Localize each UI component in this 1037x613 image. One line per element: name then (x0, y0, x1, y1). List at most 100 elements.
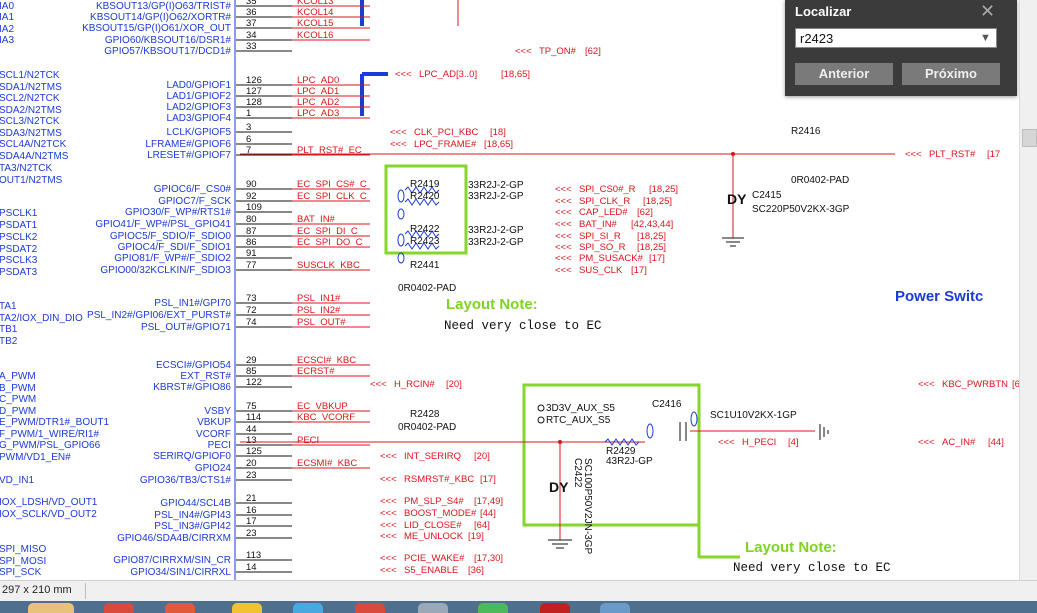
status-divider (85, 583, 86, 599)
taskbar (0, 601, 1037, 613)
net-label: KCOL13 (297, 0, 333, 7)
pin-number: 86 (246, 237, 257, 248)
c2416-label: C2416 (652, 399, 682, 410)
net-label: LPC_AD2 (297, 97, 339, 108)
pin-name: GPIO30/F_WP#/RTS1# (125, 207, 231, 218)
layout-note-text-2: Need very close to EC (733, 561, 891, 575)
pin-name: PSL_IN1#/GPI70 (154, 298, 231, 309)
find-next-button[interactable]: Próximo (902, 63, 1000, 85)
taskbar-app-icon[interactable] (293, 603, 323, 613)
dy-mark-2: DY (549, 479, 569, 495)
taskbar-app-icon[interactable] (418, 603, 448, 613)
offpage-label: PM_SLP_S4# (404, 496, 464, 507)
chevron-down-icon[interactable]: ▼ (980, 32, 991, 44)
offpage-label: SPI_CLK_R (579, 196, 630, 207)
offpage-arrow-icon: <<< (555, 242, 572, 253)
vertical-scrollbar[interactable] (1019, 0, 1037, 580)
taskbar-app-icon[interactable] (600, 603, 630, 613)
pin-name: PSL_IN2#/GPI06/EXT_PURST# (87, 310, 231, 321)
c2415-label: C2415 (752, 190, 782, 201)
r2422-value: 33R2J-2-GP (468, 225, 524, 236)
offpage-ref: [17,30] (474, 553, 503, 564)
offpage-arrow-icon: <<< (555, 253, 572, 264)
offpage-label: AC_IN# (942, 437, 976, 448)
r2419-label: R2419 (410, 179, 440, 190)
left-net-labels: IA0IA1IA2IA3 SCL1/N2TCKSDA1/N2TMSSCL2/N2T… (0, 1, 109, 578)
pin-name: SERIRQ/GPIOF0 (153, 451, 231, 462)
offpage-arrow-icon: <<< (380, 451, 397, 462)
left-net-label: IOX_LDSH/VD_OUT1 (0, 497, 98, 508)
offpage-ref: [18,25] (643, 196, 672, 207)
offpage-label: PM_SUSACK# (579, 253, 644, 264)
offpage-ref: [17] (649, 253, 665, 264)
pin-number: 87 (246, 226, 257, 237)
pin-number: 74 (246, 317, 257, 328)
left-net-label: IA2 (0, 24, 14, 35)
left-net-label: PSDAT2 (0, 244, 38, 255)
left-net-label: SCL3/N2TCK (0, 116, 60, 127)
offpage-label: SPI_SI_R (579, 231, 621, 242)
left-net-label: TA1 (0, 301, 17, 312)
taskbar-app-icon[interactable] (165, 603, 195, 613)
pin-name: GPIO00/32KCLKIN/F_SDIO3 (100, 265, 231, 276)
offpage-label: BOOST_MODE# (404, 508, 477, 519)
pin-name: KBSOUT14/GP(I)O62/XORTR# (90, 12, 231, 23)
pin-name: GPIOC4/F_SDI/F_SDIO1 (118, 242, 232, 253)
left-net-label: IOX_SCLK/VD_OUT2 (0, 509, 97, 520)
pin-name: EXT_RST# (180, 371, 231, 382)
left-net-label: SPI_MOSI (0, 556, 46, 567)
pin-number: 13 (246, 435, 257, 446)
pin-number: 90 (246, 179, 257, 190)
offpage-label: LID_CLOSE# (404, 520, 462, 531)
pin-name: VSBY (204, 406, 231, 417)
offpage-ref: [17] (480, 474, 496, 485)
taskbar-app-icon[interactable] (232, 603, 262, 613)
layout-note-text-1: Need very close to EC (444, 319, 602, 333)
status-bar: 297 x 210 mm (0, 580, 1037, 602)
taskbar-app-icon[interactable] (478, 603, 508, 613)
c2422-value: SC100P50V2JN-3GP (582, 458, 593, 554)
left-net-label: C_PWM (0, 394, 36, 405)
pin-name: PSL_IN3#/GPI42 (154, 521, 231, 532)
find-previous-button[interactable]: Anterior (795, 63, 893, 85)
pin-number: 36 (246, 7, 257, 18)
offpage-label: H_RCIN# (394, 379, 435, 390)
pin-number: 125 (246, 446, 262, 457)
scrollbar-thumb[interactable] (1022, 129, 1037, 147)
offpage-arrow-icon: <<< (370, 379, 387, 390)
pin-name: GPIO60/KBSOUT16/DSR1# (105, 35, 232, 46)
taskbar-app-icon[interactable] (540, 603, 570, 613)
pin-name: GPIO34/SIN1/CIRRXL (130, 567, 231, 578)
pin-name: GPIO57/KBSOUT17/DCD1# (104, 46, 231, 57)
taskbar-app-icon[interactable] (104, 603, 134, 613)
net-label: PSL_IN2# (297, 305, 341, 316)
left-net-label: SCL2/N2TCK (0, 93, 60, 104)
offpage-ref: [36] (468, 565, 484, 576)
net-label: EC_SPI_CS#_C (297, 179, 367, 190)
left-net-label: PWM/VD1_EN# (0, 452, 71, 463)
r2428-value: 0R0402-PAD (398, 422, 456, 433)
offpage-ref: [17 (987, 149, 1000, 160)
taskbar-folder-icon[interactable] (28, 603, 74, 613)
page-size-label: 297 x 210 mm (2, 584, 72, 596)
offpage-ref: [20] (474, 451, 490, 462)
close-icon[interactable]: ✕ (980, 1, 995, 22)
pin-number: 37 (246, 18, 257, 29)
pin-number: 114 (246, 412, 261, 423)
offpage-arrow-icon: <<< (905, 149, 922, 160)
left-net-label: TA3/N2TCK (0, 163, 52, 174)
offpage-arrow-icon: <<< (380, 531, 397, 542)
taskbar-app-icon[interactable] (355, 603, 385, 613)
pin-name: GPIOC5/F_SDIO/F_SDIO0 (110, 231, 232, 242)
net-label: LPC_AD1 (297, 86, 339, 97)
find-search-input[interactable] (795, 28, 997, 48)
offpage-ref: [17] (631, 265, 647, 276)
left-net-label: D_PWM (0, 406, 36, 417)
offpage-arrow-icon: <<< (555, 231, 572, 242)
pin-name: LRESET#/GPIOF7 (147, 150, 231, 161)
left-net-label: SPI_SCK (0, 567, 42, 578)
left-net-label: SCL1/N2TCK (0, 70, 60, 81)
dy-mark-1: DY (727, 191, 747, 207)
offpage-label: SPI_CS0#_R (579, 184, 636, 195)
pin-name: GPIO81/F_WP#/F_SDIO2 (114, 253, 231, 264)
